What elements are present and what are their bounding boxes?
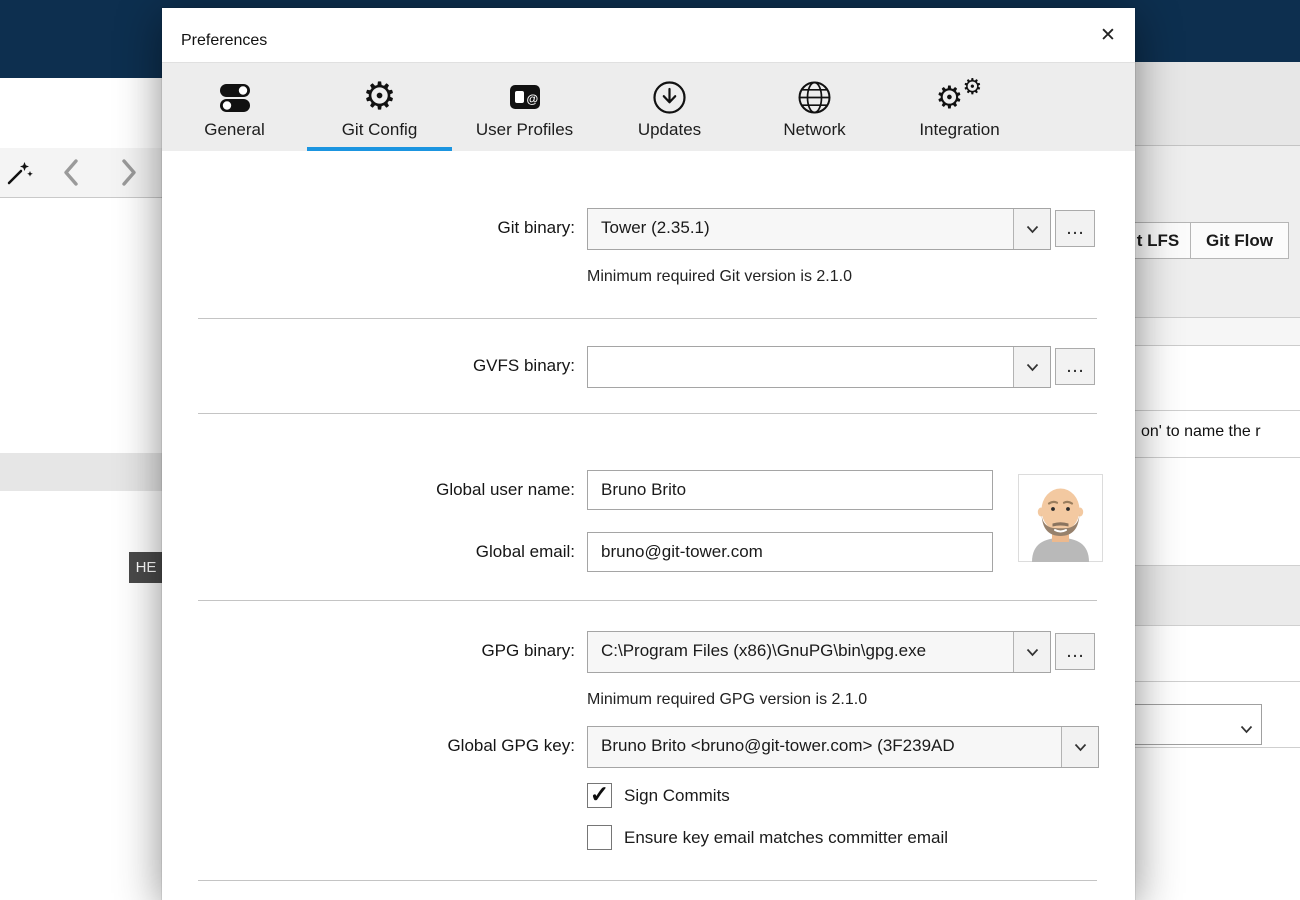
chevron-down-icon[interactable] [1061,727,1098,767]
git-binary-hint: Minimum required Git version is 2.1.0 [587,268,852,285]
preferences-dialog: Preferences ✕ General ⚙ Git Config @ Use… [162,8,1135,900]
gvfs-binary-browse-button[interactable]: … [1055,348,1095,385]
git-binary-label: Git binary: [497,218,575,237]
git-binary-combobox[interactable]: Tower (2.35.1) [587,208,1051,250]
tab-user-profiles[interactable]: @ User Profiles [452,63,597,151]
forward-button[interactable] [118,157,140,193]
wand-tool-icon[interactable] [6,159,33,191]
ensure-key-email-label: Ensure key email matches committer email [624,827,949,847]
separator [198,413,1097,414]
chevron-down-icon[interactable] [1013,632,1050,672]
separator [198,318,1097,319]
app-titlebar-left [0,0,162,78]
global-email-input[interactable]: bruno@git-tower.com [587,532,993,572]
tab-label: Updates [637,120,702,139]
tab-label: User Profiles [475,120,574,139]
ensure-key-email-row: Ensure key email matches committer email [587,825,948,850]
right-divider-2 [1135,457,1300,458]
chevron-down-icon[interactable] [1013,209,1050,249]
tab-general[interactable]: General [162,63,307,151]
right-divider-1 [1135,410,1300,411]
gears-icon: ⚙ ⚙ [935,74,983,115]
avatar [1018,474,1103,567]
app-window: pository Working HE on' to name the r [0,0,1300,900]
svg-text:@: @ [526,92,538,106]
gpg-binary-combobox[interactable]: C:\Program Files (x86)\GnuPG\bin\gpg.exe [587,631,1051,673]
tab-label: Git Config [341,120,418,139]
ensure-key-email-checkbox[interactable] [587,825,612,850]
gpg-binary-hint: Minimum required GPG version is 2.1.0 [587,691,868,708]
gpg-binary-label: GPG binary: [481,641,575,660]
combobox-value: C:\Program Files (x86)\GnuPG\bin\gpg.exe [601,641,927,660]
gvfs-binary-combobox[interactable] [587,346,1051,388]
tab-git-config[interactable]: ⚙ Git Config [307,63,452,151]
right-divider-3 [1135,681,1300,682]
right-divider-4 [1135,747,1300,748]
sign-commits-row: ✓ Sign Commits [587,783,730,808]
right-panel-band-4 [1135,565,1300,626]
gvfs-binary-label: GVFS binary: [472,356,575,375]
right-panel-band-1 [1135,62,1300,146]
combobox-value: Tower (2.35.1) [601,218,710,237]
tab-updates[interactable]: Updates [597,63,742,151]
menu-bar: pository Working [0,78,162,148]
download-circle-icon [652,74,687,120]
separator [198,880,1097,881]
git-flow-button[interactable]: Git Flow [1190,222,1289,259]
git-binary-browse-button[interactable]: … [1055,210,1095,247]
sidebar-section-band [0,453,162,491]
main-toolbar [0,148,162,198]
preferences-tabstrip: General ⚙ Git Config @ User Profiles Upd… [162,62,1135,151]
contact-card-icon: @ [506,74,544,120]
head-badge: HE [129,552,163,583]
combobox-value [601,347,1008,387]
global-user-name-label: Global user name: [436,480,575,499]
tab-label: Integration [919,120,1000,139]
clipped-description-text: on' to name the r [1141,423,1261,440]
chevron-down-icon[interactable] [1013,347,1050,387]
separator [198,600,1097,601]
tab-network[interactable]: Network [742,63,887,151]
sign-commits-label: Sign Commits [624,785,730,805]
globe-icon [797,74,832,120]
tab-label: Network [783,120,846,139]
toggles-icon [217,74,253,120]
gpg-binary-browse-button[interactable]: … [1055,633,1095,670]
sign-commits-checkbox[interactable]: ✓ [587,783,612,808]
right-panel-band-3 [1135,318,1300,346]
global-gpg-key-combobox[interactable]: Bruno Brito <bruno@git-tower.com> (3F239… [587,726,1099,768]
tab-label: General [204,120,265,139]
tab-integration[interactable]: ⚙ ⚙ Integration [887,63,1032,151]
dialog-title: Preferences [181,32,268,49]
back-button[interactable] [60,157,82,193]
combobox-value: Bruno Brito <bruno@git-tower.com> (3F239… [601,736,955,755]
global-gpg-key-label: Global GPG key: [447,736,575,755]
close-icon[interactable]: ✕ [1094,22,1122,50]
chevron-down-icon [1240,721,1253,739]
global-email-label: Global email: [475,542,575,561]
gear-icon: ⚙ [362,76,397,118]
global-user-name-input[interactable]: Bruno Brito [587,470,993,510]
